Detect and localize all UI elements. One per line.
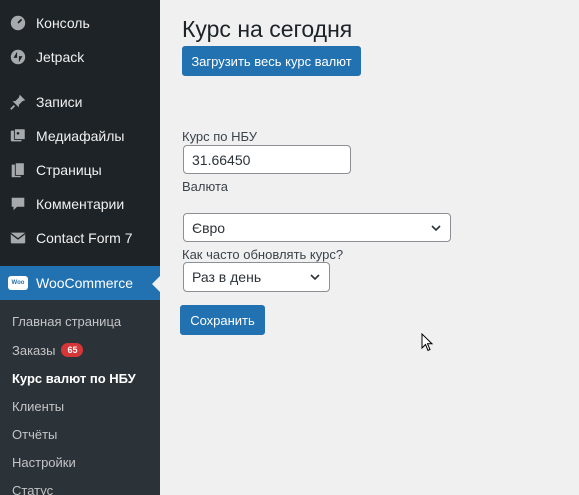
menu-item-pages[interactable]: Страницы xyxy=(0,153,160,187)
menu-label: Консоль xyxy=(36,15,90,31)
menu-label: Jetpack xyxy=(36,49,85,65)
menu-item-console[interactable]: Консоль xyxy=(0,6,160,40)
comment-icon xyxy=(8,194,28,214)
submenu-label: Статус xyxy=(12,482,54,495)
mouse-cursor-icon xyxy=(421,333,434,352)
rate-label: Курс по НБУ xyxy=(182,129,258,144)
pages-icon xyxy=(8,160,28,180)
active-indicator xyxy=(152,276,160,292)
mail-icon xyxy=(8,228,28,248)
submenu-item-status[interactable]: Статус xyxy=(12,480,53,495)
submenu-item-nbu-rates[interactable]: Курс валют по НБУ xyxy=(12,368,136,388)
media-icon xyxy=(8,126,28,146)
chevron-down-icon xyxy=(310,274,320,281)
currency-select[interactable]: Євро xyxy=(183,213,451,242)
dashboard-icon xyxy=(8,13,28,33)
pin-icon xyxy=(8,92,28,112)
menu-label: Страницы xyxy=(36,162,102,178)
frequency-selected-value: Раз в день xyxy=(192,269,262,285)
chevron-down-icon xyxy=(431,224,441,231)
menu-label: Записи xyxy=(36,94,83,110)
menu-label: Contact Form 7 xyxy=(36,230,133,246)
woocommerce-submenu: Главная страница Заказы 65 Курс валют по… xyxy=(0,300,160,495)
load-all-rates-button[interactable]: Загрузить весь курс валют xyxy=(182,46,361,76)
jetpack-icon xyxy=(8,47,28,67)
main-content: Курс на сегодня Загрузить весь курс валю… xyxy=(160,0,579,495)
submenu-label: Отчёты xyxy=(12,426,58,442)
menu-item-contact-form[interactable]: Contact Form 7 xyxy=(0,221,160,255)
woocommerce-icon: Woo xyxy=(8,273,28,293)
submenu-label: Клиенты xyxy=(12,398,65,414)
submenu-item-reports[interactable]: Отчёты xyxy=(12,424,57,444)
frequency-select[interactable]: Раз в день xyxy=(183,262,330,292)
menu-item-woocommerce[interactable]: Woo WooCommerce xyxy=(0,266,160,300)
frequency-label: Как часто обновлять курс? xyxy=(182,247,344,262)
submenu-label: Заказы xyxy=(12,342,56,358)
submenu-label: Главная страница xyxy=(12,313,122,329)
menu-label: Комментарии xyxy=(36,196,125,212)
menu-item-media[interactable]: Медиафайлы xyxy=(0,119,160,153)
save-button[interactable]: Сохранить xyxy=(180,305,265,335)
admin-sidebar: Консоль Jetpack Записи Медиафайлы Страни… xyxy=(0,0,160,495)
currency-selected-value: Євро xyxy=(192,219,226,236)
submenu-label: Настройки xyxy=(12,454,76,470)
menu-item-posts[interactable]: Записи xyxy=(0,85,160,119)
menu-item-comments[interactable]: Комментарии xyxy=(0,187,160,221)
submenu-item-home[interactable]: Главная страница xyxy=(12,311,121,331)
submenu-item-orders[interactable]: Заказы 65 xyxy=(12,340,84,360)
page-title: Курс на сегодня xyxy=(182,16,353,42)
rate-input[interactable] xyxy=(183,145,351,174)
menu-label: WooCommerce xyxy=(36,275,133,291)
currency-label: Валюта xyxy=(182,179,228,194)
menu-item-jetpack[interactable]: Jetpack xyxy=(0,40,160,74)
menu-label: Медиафайлы xyxy=(36,128,125,144)
orders-count-badge: 65 xyxy=(61,343,84,357)
submenu-label: Курс валют по НБУ xyxy=(12,370,136,386)
submenu-item-customers[interactable]: Клиенты xyxy=(12,396,64,416)
submenu-item-settings[interactable]: Настройки xyxy=(12,452,76,472)
